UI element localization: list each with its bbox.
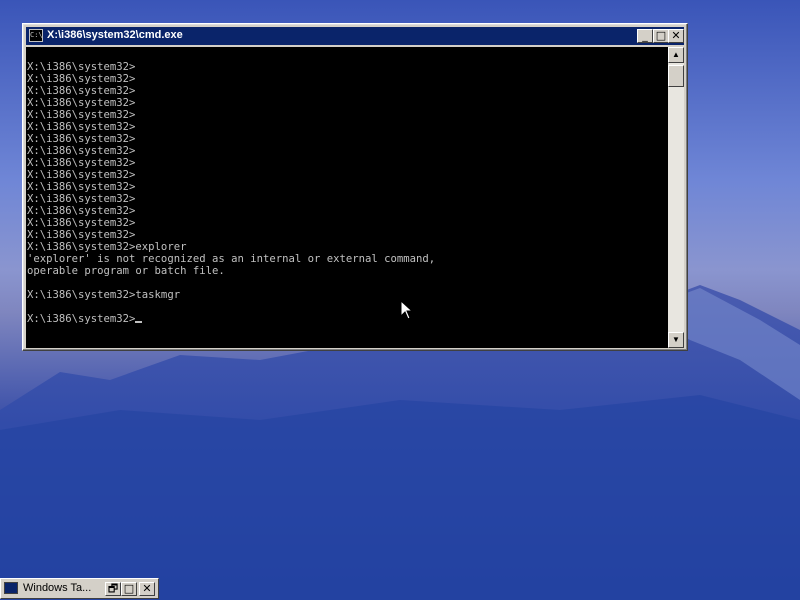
mouse-pointer-icon <box>400 300 412 320</box>
minimize-button[interactable]: _ <box>637 29 653 43</box>
console-line: X:\i386\system32> <box>27 157 136 169</box>
console-line: X:\i386\system32>taskmgr <box>27 289 181 301</box>
console-line: X:\i386\system32> <box>27 61 136 73</box>
console-text: X:\i386\system32> X:\i386\system32> X:\i… <box>26 47 668 325</box>
cmd-icon: C:\ <box>29 29 43 42</box>
title-bar[interactable]: C:\ X:\i386\system32\cmd.exe _ □ ✕ <box>26 27 684 45</box>
vertical-scrollbar[interactable]: ▲ ▼ <box>668 47 684 348</box>
scroll-thumb[interactable] <box>668 65 684 87</box>
taskbar-item-label: Windows Ta... <box>23 582 92 594</box>
console-line: X:\i386\system32> <box>27 205 136 217</box>
console-line: X:\i386\system32> <box>27 97 136 109</box>
console-line: X:\i386\system32> <box>27 73 136 85</box>
scroll-up-button[interactable]: ▲ <box>668 47 684 63</box>
text-cursor <box>135 321 143 323</box>
console-line: X:\i386\system32> <box>27 85 136 97</box>
console-line: X:\i386\system32> <box>27 181 136 193</box>
console-line: X:\i386\system32> <box>27 217 136 229</box>
restore-button[interactable]: 🗗 <box>105 582 121 596</box>
console-line: X:\i386\system32> <box>27 313 136 325</box>
console-line: X:\i386\system32> <box>27 193 136 205</box>
window-title: X:\i386\system32\cmd.exe <box>47 29 183 41</box>
maximize-button[interactable]: □ <box>653 29 669 43</box>
console-line: X:\i386\system32> <box>27 109 136 121</box>
scroll-down-button[interactable]: ▼ <box>668 332 684 348</box>
console-line: X:\i386\system32> <box>27 145 136 157</box>
console-line: X:\i386\system32> <box>27 169 136 181</box>
console-line: operable program or batch file. <box>27 265 225 277</box>
maximize-button-taskbar[interactable]: □ <box>121 582 137 596</box>
console-line: X:\i386\system32> <box>27 121 136 133</box>
console-line: X:\i386\system32>explorer <box>27 241 187 253</box>
console-output[interactable]: X:\i386\system32> X:\i386\system32> X:\i… <box>26 47 668 348</box>
console-line: X:\i386\system32> <box>27 133 136 145</box>
close-button-taskbar[interactable]: ✕ <box>139 582 155 596</box>
cmd-window[interactable]: C:\ X:\i386\system32\cmd.exe _ □ ✕ X:\i3… <box>22 23 688 351</box>
taskbar-item-task-manager[interactable]: Windows Ta... 🗗 □ ✕ <box>0 578 159 599</box>
close-button[interactable]: ✕ <box>668 29 684 43</box>
console-line: X:\i386\system32> <box>27 229 136 241</box>
task-manager-icon <box>4 582 18 594</box>
console-line: 'explorer' is not recognized as an inter… <box>27 253 436 265</box>
